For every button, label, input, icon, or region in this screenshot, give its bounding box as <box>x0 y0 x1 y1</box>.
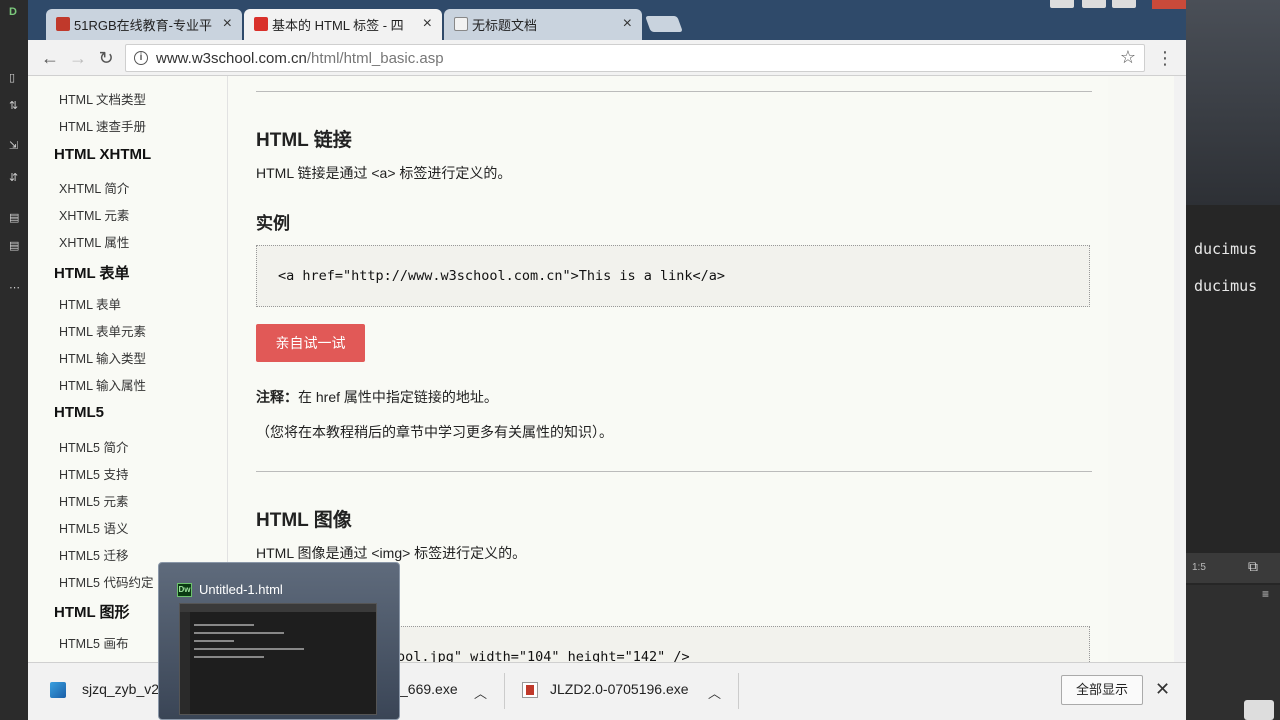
sidebar-link[interactable]: HTML5 语义 <box>59 518 128 537</box>
tab-label: 51RGB在线教育-专业平 <box>74 18 212 33</box>
url-path: /html/html_basic.asp <box>306 50 444 67</box>
sidebar-link[interactable]: HTML5 迁移 <box>59 545 128 564</box>
section-description: HTML 链接是通过 <a> 标签进行定义的。 <box>256 165 512 181</box>
sidebar-section-heading: HTML5 <box>54 404 104 421</box>
sidebar-link[interactable]: HTML 速查手册 <box>59 116 146 135</box>
thumbnail-preview <box>179 603 377 715</box>
sort-icon[interactable]: ⇅ <box>9 100 21 112</box>
show-all-button[interactable]: 全部显示 <box>1061 675 1143 705</box>
w3school-favicon-icon <box>254 17 268 31</box>
exe-file-icon <box>522 682 538 698</box>
minimize-button[interactable] <box>1082 0 1106 8</box>
section-heading: HTML 图像 <box>256 510 352 531</box>
divider <box>256 91 1092 92</box>
dreamweaver-logo-icon: D <box>9 6 17 18</box>
chevron-up-icon[interactable]: ︿ <box>474 683 487 702</box>
document-icon <box>454 17 468 31</box>
sidebar-link[interactable]: XHTML 简介 <box>59 178 129 197</box>
close-icon[interactable]: × <box>623 15 632 33</box>
url-host: www.w3school.com.cn <box>156 50 307 67</box>
sidebar-link[interactable]: HTML 输入类型 <box>59 348 146 367</box>
reload-icon[interactable]: ↻ <box>94 46 118 70</box>
code-text: ducimus <box>1194 277 1258 295</box>
sidebar-link[interactable]: XHTML 元素 <box>59 205 129 224</box>
file-icon[interactable]: ▯ <box>9 72 21 84</box>
input-method-icon[interactable] <box>1244 700 1274 720</box>
sidebar-link[interactable]: HTML5 元素 <box>59 491 128 510</box>
code-example: ool.jpg" width="104" height="142" /> <box>397 649 690 662</box>
format-icon[interactable]: ⇵ <box>9 172 21 184</box>
sidebar-link[interactable]: HTML5 简介 <box>59 437 128 456</box>
thumbnail-title: Untitled-1.html <box>199 582 283 597</box>
tab-51rgb[interactable]: 51RGB在线教育-专业平 × <box>46 9 242 40</box>
section-heading: HTML 链接 <box>256 130 352 151</box>
divider <box>256 471 1092 472</box>
note-body: 在 href 属性中指定链接的地址。 <box>298 389 498 405</box>
sidebar-link[interactable]: XHTML 属性 <box>59 232 129 251</box>
code-example-box: <a href="http://www.w3school.com.cn">Thi… <box>256 245 1090 307</box>
cursor-position: 1:5 <box>1192 562 1206 573</box>
editor-top-area <box>1186 0 1280 205</box>
close-icon[interactable]: ✕ <box>1155 679 1170 700</box>
divider <box>504 673 505 709</box>
sidebar-link[interactable]: HTML 输入属性 <box>59 375 146 394</box>
more-icon[interactable]: ⋯ <box>9 282 21 294</box>
tab-html-basic[interactable]: 基本的 HTML 标签 - 四 × <box>244 9 442 40</box>
background-editor: ducimus ducimus 1:5 ⧉ ≡ <box>1186 0 1280 720</box>
tab-label: 基本的 HTML 标签 - 四 <box>272 18 404 33</box>
close-icon[interactable]: × <box>223 15 232 33</box>
menu-icon[interactable]: ⋮ <box>1156 48 1174 69</box>
tab-label: 无标题文档 <box>472 18 538 33</box>
browser-toolbar: ← → ↻ i www.w3school.com.cn/html/html_ba… <box>28 40 1186 76</box>
new-tab-button[interactable] <box>645 16 683 32</box>
panel2-icon[interactable]: ▤ <box>9 240 21 252</box>
sidebar-link[interactable]: HTML 表单元素 <box>59 321 146 340</box>
section-description: HTML 图像是通过 <img> 标签进行定义的。 <box>256 545 527 561</box>
note-text: 注释：在 href 属性中指定链接的地址。 <box>256 387 498 407</box>
back-arrow-icon[interactable]: ← <box>38 46 62 70</box>
tab-strip: 51RGB在线教育-专业平 × 基本的 HTML 标签 - 四 × 无标题文档 … <box>28 0 1186 40</box>
preview-icon[interactable]: ⧉ <box>1248 558 1258 575</box>
sidebar-link[interactable]: HTML 表单 <box>59 294 121 313</box>
code-example: <a href="http://www.w3school.com.cn">Thi… <box>278 268 726 284</box>
bookmark-star-icon[interactable]: ☆ <box>1120 47 1136 68</box>
address-bar[interactable]: i www.w3school.com.cn/html/html_basic.as… <box>125 44 1145 72</box>
divider <box>738 673 739 709</box>
example-heading: 实例 <box>256 214 290 233</box>
download-filename[interactable]: sjzq_zyb_v2 <box>82 681 159 697</box>
panel-menu-icon[interactable]: ≡ <box>1262 587 1269 601</box>
panel-icon[interactable]: ▤ <box>9 212 21 224</box>
note-more: （您将在本教程稍后的章节中学习更多有关属性的知识）。 <box>256 424 613 440</box>
editor-left-toolbar: D ▯ ⇅ ⇲ ⇵ ▤ ▤ ⋯ <box>0 0 28 720</box>
close-icon[interactable]: × <box>423 15 432 33</box>
dreamweaver-icon: Dw <box>177 583 192 597</box>
expand-icon[interactable]: ⇲ <box>9 140 21 152</box>
maximize-button[interactable] <box>1112 0 1136 8</box>
try-it-button[interactable]: 亲自试一试 <box>256 324 365 362</box>
code-text: ducimus <box>1194 240 1258 258</box>
sidebar-link[interactable]: HTML 文档类型 <box>59 89 146 108</box>
site-favicon-icon <box>56 17 70 31</box>
download-filename[interactable]: JLZD2.0-0705196.exe <box>550 681 689 697</box>
info-icon[interactable]: i <box>134 51 148 65</box>
installer-icon <box>50 682 66 698</box>
sidebar-section-heading: HTML XHTML <box>54 146 152 163</box>
tab-untitled[interactable]: 无标题文档 × <box>444 9 642 40</box>
url-text: www.w3school.com.cn/html/html_basic.asp <box>156 50 444 67</box>
download-filename[interactable]: _669.exe <box>400 681 458 697</box>
sidebar-link[interactable]: HTML5 支持 <box>59 464 128 483</box>
sidebar-section-heading: HTML 表单 <box>54 265 130 282</box>
sidebar-section-heading: HTML 图形 <box>54 604 130 621</box>
taskbar-thumbnail[interactable]: Dw Untitled-1.html <box>158 562 400 720</box>
chevron-up-icon[interactable]: ︿ <box>708 683 721 702</box>
note-label: 注释： <box>256 389 298 405</box>
user-button[interactable] <box>1050 0 1074 8</box>
editor-status-bar: 1:5 ⧉ <box>1186 553 1280 583</box>
window-close-button[interactable] <box>1152 0 1186 9</box>
sidebar-link[interactable]: HTML5 代码约定 <box>59 572 153 591</box>
sidebar-link[interactable]: HTML5 画布 <box>59 633 128 652</box>
forward-arrow-icon[interactable]: → <box>66 46 90 70</box>
